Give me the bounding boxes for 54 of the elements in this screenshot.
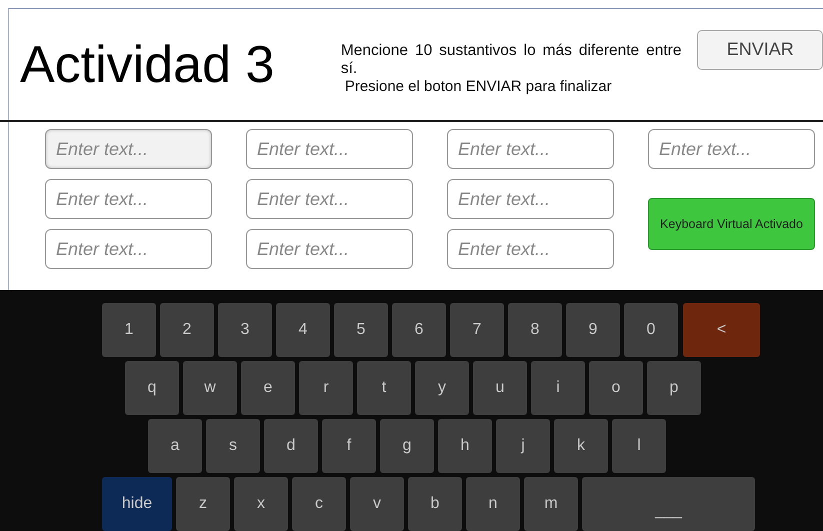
keyboard-key[interactable]: 2 [160,303,214,357]
text-field[interactable]: Enter text... [648,129,815,169]
keyboard-key[interactable]: j [496,419,550,473]
space-key[interactable]: ___ [582,477,755,531]
text-field[interactable]: Enter text... [447,179,614,219]
keyboard-key[interactable]: v [350,477,404,531]
keyboard-key[interactable]: g [380,419,434,473]
keyboard-key[interactable]: 3 [218,303,272,357]
keyboard-key[interactable]: 1 [102,303,156,357]
hint-text: Presione el boton ENVIAR para finalizar [344,78,613,96]
keyboard-key[interactable]: o [589,361,643,415]
keyboard-key[interactable]: 4 [276,303,330,357]
keyboard-key[interactable]: e [241,361,295,415]
text-field[interactable]: Enter text... [45,229,212,269]
text-field[interactable]: Enter text... [45,129,212,169]
keyboard-key[interactable]: u [473,361,527,415]
keyboard-key[interactable]: w [183,361,237,415]
keyboard-key[interactable]: x [234,477,288,531]
keyboard-toggle-button[interactable]: Keyboard Virtual Activado [648,198,815,250]
keyboard-key[interactable]: l [612,419,666,473]
keyboard-key[interactable]: p [647,361,701,415]
backspace-key[interactable]: < [683,303,760,357]
send-button[interactable]: ENVIAR [697,30,823,70]
keyboard-key[interactable]: 8 [508,303,562,357]
keyboard-key[interactable]: a [148,419,202,473]
keyboard-key[interactable]: d [264,419,318,473]
keyboard-key[interactable]: 9 [566,303,620,357]
instruction-text: Mencione 10 sustantivos lo más diferente entre sí. [340,42,682,78]
text-field[interactable]: Enter text... [45,179,212,219]
keyboard-key[interactable]: m [524,477,578,531]
text-field[interactable]: Enter text... [246,229,413,269]
keyboard-key[interactable]: 6 [392,303,446,357]
keyboard-key[interactable]: 5 [334,303,388,357]
keyboard-key[interactable]: c [292,477,346,531]
keyboard-key[interactable]: n [466,477,520,531]
text-field[interactable]: Enter text... [246,179,413,219]
keyboard-key[interactable]: q [125,361,179,415]
keyboard-key[interactable]: i [531,361,585,415]
text-field[interactable]: Enter text... [447,129,614,169]
keyboard-key[interactable]: s [206,419,260,473]
hide-key[interactable]: hide [102,477,172,531]
keyboard-key[interactable]: b [408,477,462,531]
text-field[interactable]: Enter text... [447,229,614,269]
keyboard-key[interactable]: r [299,361,353,415]
keyboard-key[interactable]: z [176,477,230,531]
keyboard-key[interactable]: 7 [450,303,504,357]
keyboard-key[interactable]: k [554,419,608,473]
activity-title: Actividad 3 [20,34,276,94]
keyboard-key[interactable]: 0 [624,303,678,357]
text-field[interactable]: Enter text... [246,129,413,169]
keyboard-key[interactable]: y [415,361,469,415]
keyboard-key[interactable]: f [322,419,376,473]
keyboard-key[interactable]: h [438,419,492,473]
keyboard-key[interactable]: t [357,361,411,415]
